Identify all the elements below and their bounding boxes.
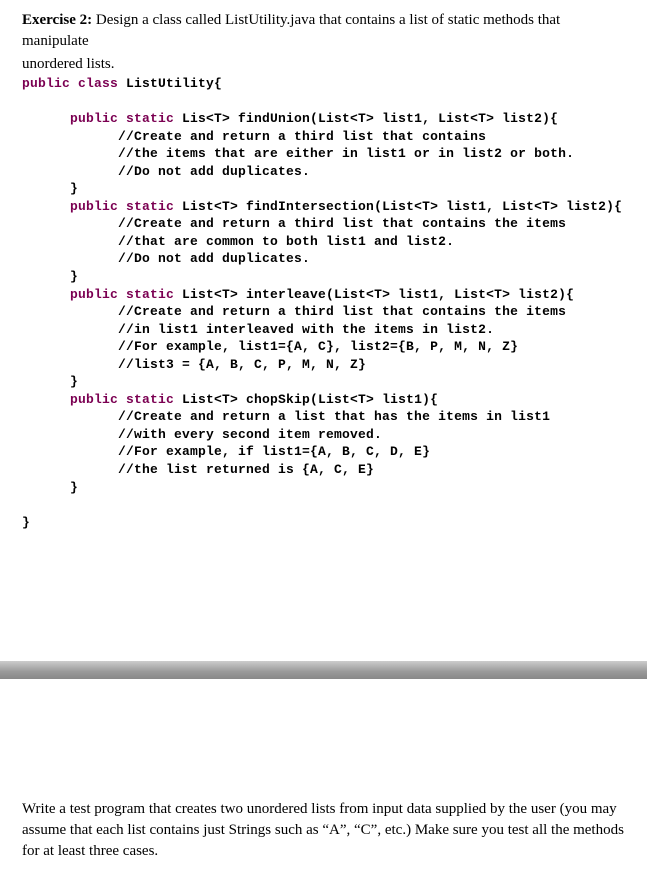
kw-public: public (22, 111, 118, 126)
kw-static: static (118, 199, 174, 214)
brace-close: } (22, 374, 78, 389)
comment: //the list returned is {A, C, E} (22, 462, 374, 477)
comment: //in list1 interleaved with the items in… (22, 322, 494, 337)
kw-static: static (118, 392, 174, 407)
method-sig-chopskip: List<T> chopSkip(List<T> list1){ (174, 392, 438, 407)
method-sig-intersection: List<T> findIntersection(List<T> list1, … (174, 199, 622, 214)
brace-close: } (22, 269, 78, 284)
brace-close: } (22, 480, 78, 495)
top-section: Exercise 2: Design a class called ListUt… (0, 0, 647, 531)
method-sig-interleave: List<T> interleave(List<T> list1, List<T… (174, 287, 574, 302)
page-divider (0, 661, 647, 679)
comment: //Create and return a third list that co… (22, 216, 566, 231)
comment: //that are common to both list1 and list… (22, 234, 454, 249)
footer-line-1: Write a test program that creates two un… (22, 799, 625, 820)
kw-public: public (22, 392, 118, 407)
comment: //the items that are either in list1 or … (22, 146, 574, 161)
kw-public: public (22, 76, 70, 91)
comment: //Create and return a list that has the … (22, 409, 550, 424)
exercise-heading: Exercise 2: Design a class called ListUt… (22, 10, 625, 52)
comment: //Do not add duplicates. (22, 164, 310, 179)
kw-static: static (118, 287, 174, 302)
comment: //Do not add duplicates. (22, 251, 310, 266)
kw-public: public (22, 287, 118, 302)
kw-static: static (118, 111, 174, 126)
exercise-desc-1: Design a class called ListUtility.java t… (22, 12, 560, 49)
exercise-label: Exercise 2: (22, 12, 92, 28)
code-block: public class ListUtility{ public static … (22, 75, 625, 531)
class-close: } (22, 515, 30, 530)
comment: //For example, list1={A, C}, list2={B, P… (22, 339, 518, 354)
comment: //Create and return a third list that co… (22, 304, 566, 319)
exercise-desc-2: unordered lists. (22, 54, 625, 75)
footer-line-2: assume that each list contains just Stri… (22, 820, 625, 841)
method-sig-union: Lis<T> findUnion(List<T> list1, List<T> … (174, 111, 558, 126)
footer-line-3: for at least three cases. (22, 841, 625, 862)
kw-class: class (70, 76, 118, 91)
bottom-section: Write a test program that creates two un… (0, 679, 647, 882)
comment: //For example, if list1={A, B, C, D, E} (22, 444, 430, 459)
comment: //with every second item removed. (22, 427, 382, 442)
kw-public: public (22, 199, 118, 214)
brace-close: } (22, 181, 78, 196)
class-name: ListUtility{ (118, 76, 222, 91)
comment: //list3 = {A, B, C, P, M, N, Z} (22, 357, 366, 372)
comment: //Create and return a third list that co… (22, 129, 486, 144)
